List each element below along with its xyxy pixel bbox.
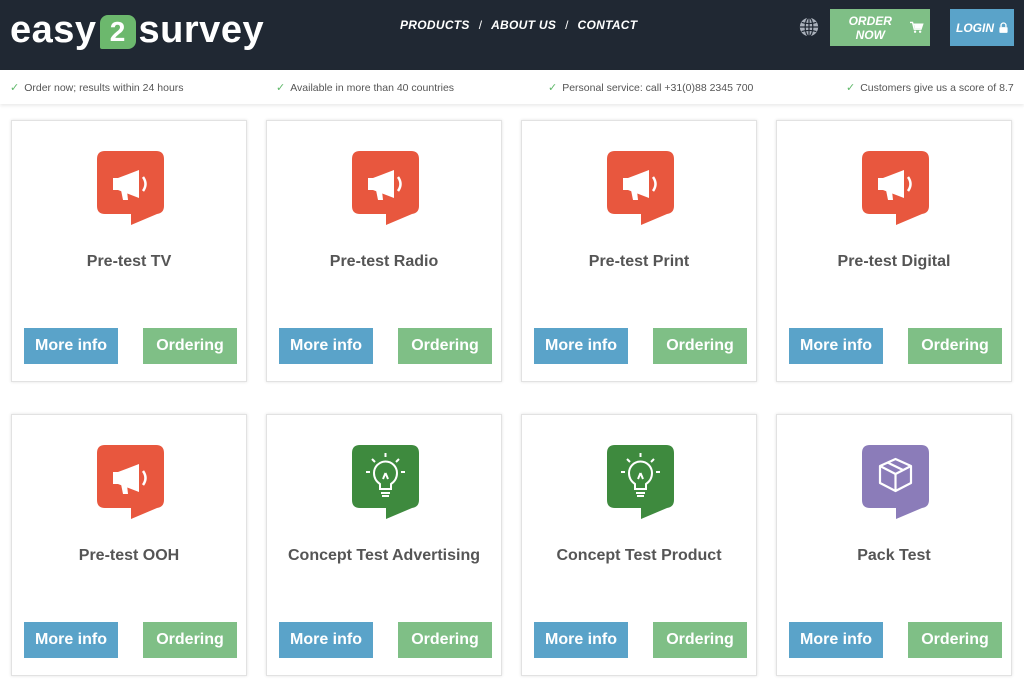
megaphone-icon [352, 151, 419, 225]
ordering-button[interactable]: Ordering [908, 622, 1002, 658]
more-info-button[interactable]: More info [24, 328, 118, 364]
product-card: Concept Test Product More info Ordering [521, 414, 757, 676]
more-info-button[interactable]: More info [279, 622, 373, 658]
product-card: Pre-test Digital More info Ordering [776, 120, 1012, 382]
ordering-button[interactable]: Ordering [398, 622, 492, 658]
nav-separator: / [565, 18, 569, 32]
product-card: Pre-test TV More info Ordering [11, 120, 247, 382]
megaphone-icon [607, 151, 674, 225]
main-nav: PRODUCTS / ABOUT US / CONTACT [400, 18, 637, 32]
card-title: Concept Test Product [556, 547, 722, 564]
product-card: Concept Test Advertising More info Order… [266, 414, 502, 676]
ordering-button[interactable]: Ordering [143, 622, 237, 658]
cart-icon [910, 21, 924, 33]
usp-text: Available in more than 40 countries [290, 81, 455, 94]
ordering-button[interactable]: Ordering [653, 328, 747, 364]
card-title: Pre-test TV [86, 253, 172, 270]
check-icon: ✓ [548, 82, 558, 94]
ordering-button[interactable]: Ordering [653, 622, 747, 658]
usp-item: ✓ Order now; results within 24 hours [10, 81, 184, 95]
order-now-label: ORDER NOW [848, 13, 892, 42]
megaphone-icon [97, 445, 164, 519]
check-icon: ✓ [276, 82, 286, 94]
usp-text: Customers give us a score of 8.7 [860, 81, 1014, 94]
megaphone-icon [862, 151, 929, 225]
ordering-button[interactable]: Ordering [908, 328, 1002, 364]
lightbulb-icon [607, 445, 674, 519]
logo-badge: 2 [99, 15, 136, 49]
ordering-button[interactable]: Ordering [398, 328, 492, 364]
usp-item: ✓ Available in more than 40 countries [276, 81, 455, 95]
card-title: Concept Test Advertising [287, 547, 481, 564]
more-info-button[interactable]: More info [789, 622, 883, 658]
more-info-button[interactable]: More info [534, 622, 628, 658]
usp-item: ✓ Customers give us a score of 8.7 [846, 81, 1014, 95]
usp-bar: ✓ Order now; results within 24 hours ✓ A… [0, 70, 1024, 104]
nav-products[interactable]: PRODUCTS [400, 18, 470, 32]
logo-text-easy: easy [10, 8, 97, 51]
product-card: Pack Test More info Ordering [776, 414, 1012, 676]
more-info-button[interactable]: More info [789, 328, 883, 364]
logo[interactable]: easy 2 survey [10, 4, 264, 56]
logo-text-survey: survey [138, 8, 265, 51]
card-title: Pack Test [857, 547, 931, 564]
usp-item: ✓ Personal service: call +31(0)88 2345 7… [548, 81, 754, 95]
nav-contact[interactable]: CONTACT [578, 18, 638, 32]
globe-icon[interactable] [798, 16, 820, 38]
box-icon [862, 445, 929, 519]
card-title: Pre-test Digital [837, 253, 951, 270]
lock-icon [999, 22, 1008, 33]
ordering-button[interactable]: Ordering [143, 328, 237, 364]
check-icon: ✓ [10, 82, 20, 94]
product-card: Pre-test Radio More info Ordering [266, 120, 502, 382]
order-now-button[interactable]: ORDER NOW [830, 9, 930, 46]
site-header: easy 2 survey PRODUCTS / ABOUT US / CONT… [0, 0, 1024, 70]
check-icon: ✓ [846, 82, 856, 94]
login-button[interactable]: LOGIN [950, 9, 1014, 46]
lightbulb-icon [352, 445, 419, 519]
card-title: Pre-test Print [588, 253, 690, 270]
more-info-button[interactable]: More info [279, 328, 373, 364]
login-label: LOGIN [956, 20, 994, 35]
megaphone-icon [97, 151, 164, 225]
more-info-button[interactable]: More info [534, 328, 628, 364]
nav-about-us[interactable]: ABOUT US [491, 18, 556, 32]
more-info-button[interactable]: More info [24, 622, 118, 658]
product-card: Pre-test OOH More info Ordering [11, 414, 247, 676]
card-title: Pre-test OOH [78, 547, 180, 564]
usp-text: Personal service: call +31(0)88 2345 700 [562, 81, 754, 94]
nav-separator: / [478, 18, 483, 32]
card-title: Pre-test Radio [329, 253, 439, 270]
usp-text: Order now; results within 24 hours [24, 81, 184, 94]
product-card: Pre-test Print More info Ordering [521, 120, 757, 382]
